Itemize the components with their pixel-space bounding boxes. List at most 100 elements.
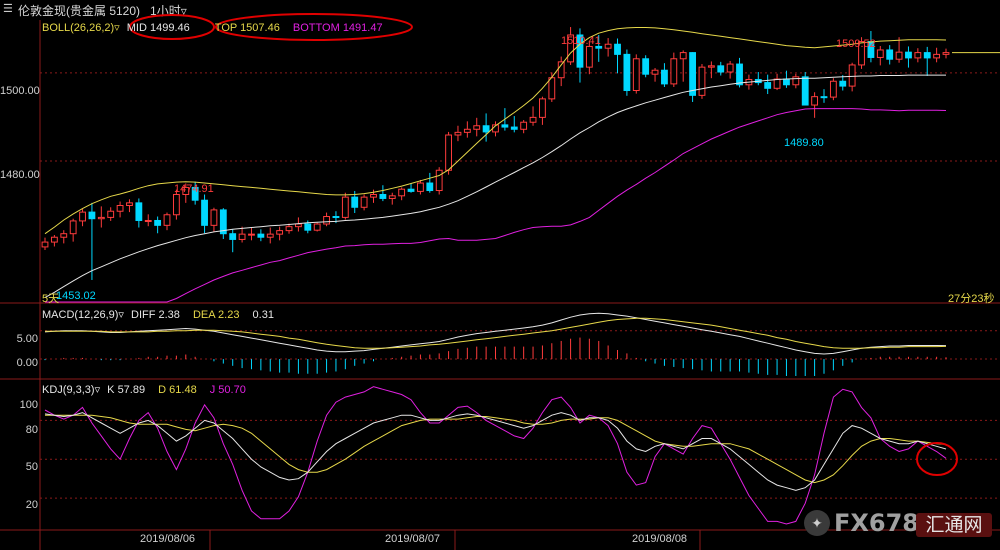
kdj-j-line bbox=[44, 386, 947, 525]
candle-body bbox=[426, 182, 434, 192]
macd-dea-line bbox=[45, 317, 947, 349]
candle-body bbox=[651, 69, 659, 75]
price-axis-label: 1500.00 bbox=[0, 85, 40, 97]
chart-canvas[interactable] bbox=[0, 0, 1000, 550]
candle-body bbox=[942, 52, 950, 55]
candle-body bbox=[379, 193, 387, 199]
candle-body bbox=[614, 43, 621, 55]
kdj-j-value: J 50.70 bbox=[209, 384, 246, 396]
macd-axis-label: 0.00 bbox=[16, 357, 38, 369]
high-price-note: 1474.91 bbox=[174, 183, 214, 195]
candle-body bbox=[79, 211, 86, 222]
chevron-down-icon[interactable]: ▿ bbox=[95, 384, 101, 396]
candle-body bbox=[670, 58, 678, 85]
candle-body bbox=[933, 53, 941, 59]
kdj-axis-label: 50 bbox=[25, 461, 38, 473]
low-price-note: 1453.02 bbox=[56, 290, 96, 302]
boll-mid-value: MID 1499.46 bbox=[126, 22, 190, 34]
macd-diff-value: DIFF 2.38 bbox=[131, 309, 180, 321]
kdj-k-value: K 57.89 bbox=[107, 384, 146, 396]
candle-body bbox=[285, 226, 293, 232]
candle-body bbox=[304, 223, 312, 231]
candle-body bbox=[229, 233, 237, 240]
candle-body bbox=[473, 125, 481, 130]
candle-body bbox=[294, 223, 302, 228]
candle-body bbox=[501, 124, 509, 128]
candle-body bbox=[783, 78, 790, 86]
macd-axis-label: 5.00 bbox=[16, 333, 38, 345]
boll-top-value: TOP 1507.46 bbox=[214, 22, 280, 34]
candle-body bbox=[801, 76, 809, 106]
candle-body bbox=[876, 49, 884, 58]
candle-body bbox=[360, 196, 368, 208]
candle-body bbox=[764, 82, 772, 89]
candle-body bbox=[698, 66, 706, 96]
candle-body bbox=[736, 63, 743, 86]
candle-body bbox=[548, 77, 556, 100]
kdj-axis-label: 80 bbox=[25, 424, 38, 436]
kdj-axis-label: 20 bbox=[25, 499, 38, 511]
candle-body bbox=[257, 233, 265, 238]
macd-name: MACD(12,26,9) bbox=[42, 309, 119, 321]
candle-body bbox=[116, 205, 124, 212]
candle-body bbox=[154, 219, 162, 226]
chevron-down-icon[interactable]: ▿ bbox=[114, 22, 120, 34]
candle-body bbox=[69, 220, 77, 235]
candle-body bbox=[707, 65, 715, 68]
date-label: 2019/08/08 bbox=[632, 533, 688, 545]
low-price-note: 1489.80 bbox=[784, 137, 824, 149]
chart-grid bbox=[0, 20, 1000, 550]
candle-body bbox=[172, 193, 180, 216]
candle-body bbox=[520, 121, 528, 130]
candle-body bbox=[529, 116, 537, 123]
chevron-down-icon[interactable]: ▿ bbox=[118, 309, 124, 321]
candle-body bbox=[923, 52, 931, 59]
candle-body bbox=[623, 53, 631, 91]
candle-body bbox=[407, 188, 415, 192]
candle-body bbox=[107, 210, 115, 218]
candle-body bbox=[50, 236, 58, 243]
candle-body bbox=[88, 211, 96, 220]
logo-cn-text: 汇通网 bbox=[916, 513, 992, 537]
candle-body bbox=[661, 69, 668, 85]
candle-body bbox=[820, 96, 828, 99]
candle-body bbox=[895, 51, 903, 60]
candle-body bbox=[839, 80, 847, 87]
candle-body bbox=[604, 43, 612, 49]
date-label: 2019/08/06 bbox=[140, 533, 196, 545]
candle-body bbox=[41, 241, 49, 248]
candle-body bbox=[341, 196, 349, 218]
candle-body bbox=[829, 80, 837, 98]
logo-brand-text: FX678 bbox=[834, 509, 919, 537]
candle-body bbox=[632, 58, 640, 92]
candle-body bbox=[585, 45, 593, 68]
candle-body bbox=[248, 233, 255, 236]
candlestick-series bbox=[41, 27, 950, 280]
boll-lines bbox=[44, 27, 1000, 303]
candle-body bbox=[454, 131, 462, 136]
boll-bottom-value: BOTTOM 1491.47 bbox=[292, 22, 383, 34]
candle-body bbox=[144, 219, 152, 222]
candle-body bbox=[886, 49, 894, 60]
candle-body bbox=[266, 233, 274, 238]
candle-body bbox=[848, 64, 856, 87]
candle-body bbox=[388, 195, 396, 199]
candle-body bbox=[417, 182, 424, 192]
candle-body bbox=[689, 52, 697, 96]
candle-body bbox=[905, 51, 912, 59]
candle-body bbox=[717, 65, 725, 73]
candle-body bbox=[201, 199, 208, 226]
candle-body bbox=[445, 134, 452, 171]
candle-body bbox=[510, 126, 518, 130]
candle-body bbox=[210, 209, 218, 226]
candle-body bbox=[773, 78, 781, 89]
candle-body bbox=[276, 230, 284, 235]
candle-body bbox=[370, 193, 377, 198]
candle-body bbox=[482, 125, 490, 133]
candle-body bbox=[539, 98, 546, 118]
kdj-header: KDJ(9,3,3)▿ K 57.89 D 61.48 J 50.70 bbox=[42, 383, 246, 396]
candle-body bbox=[914, 52, 922, 59]
candle-body bbox=[463, 128, 471, 133]
candle-body bbox=[332, 216, 340, 219]
kdj-axis-label: 100 bbox=[19, 399, 38, 411]
